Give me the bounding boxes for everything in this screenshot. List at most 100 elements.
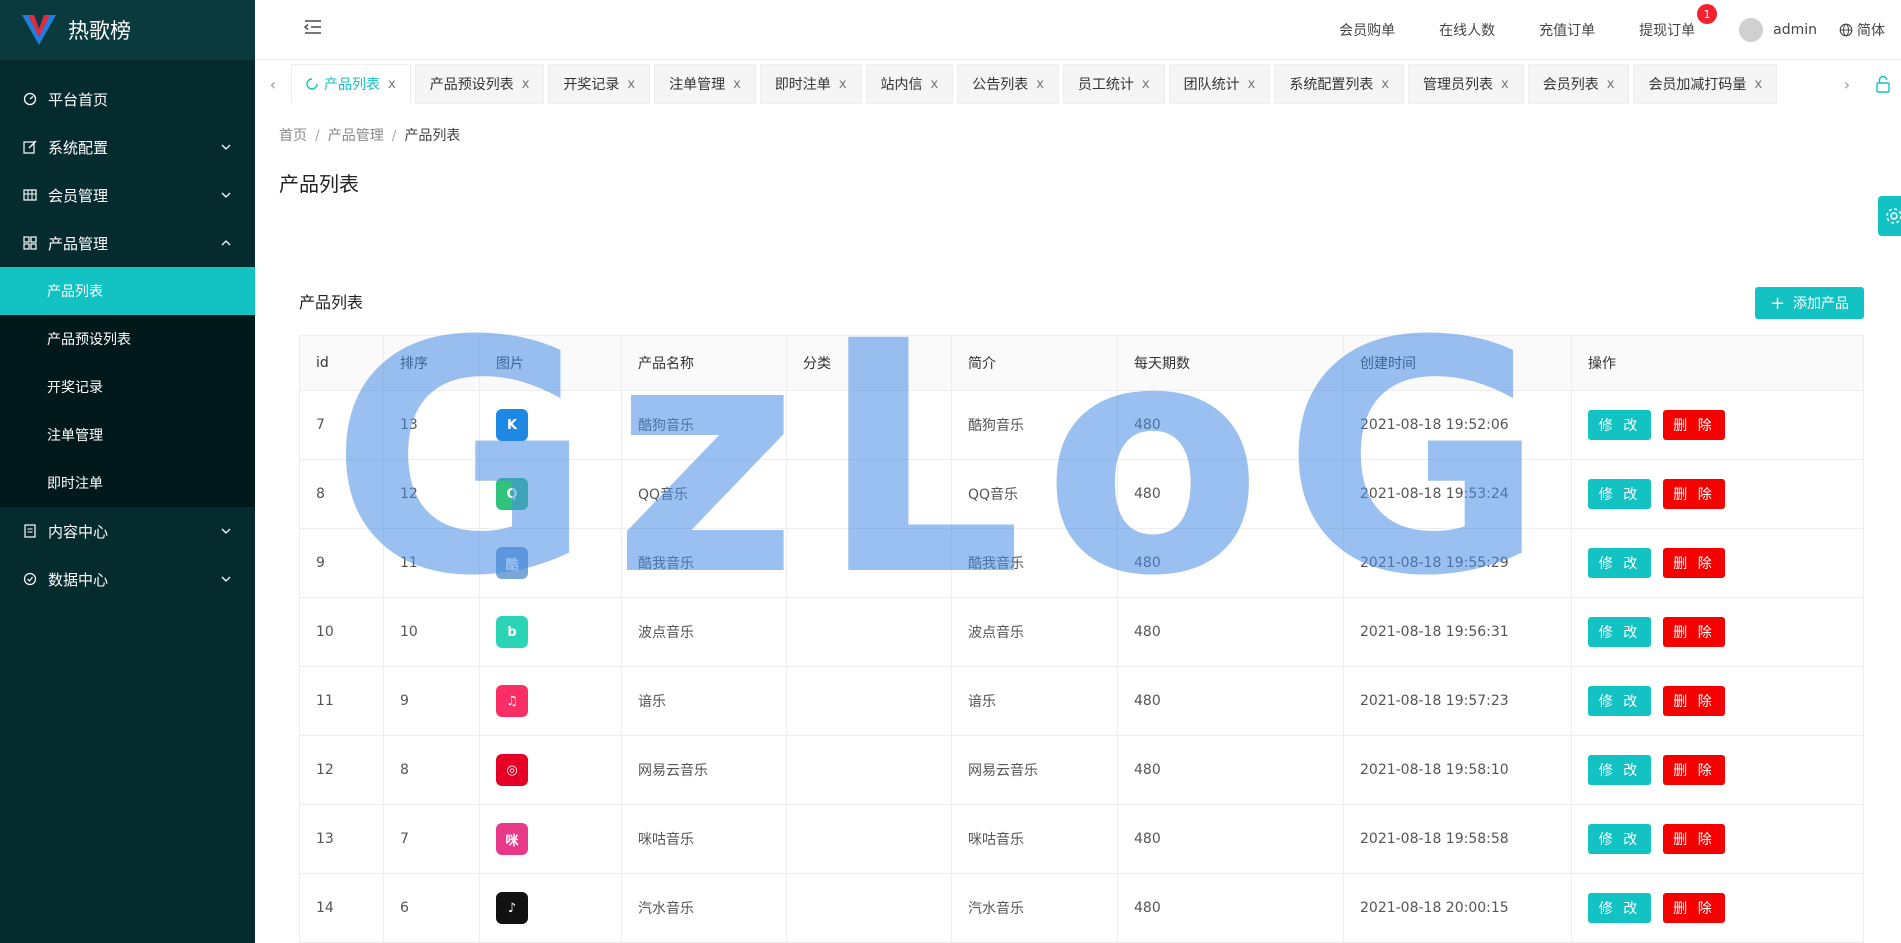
edit-button[interactable]: 修 改 [1588,824,1651,854]
edit-button[interactable]: 修 改 [1588,548,1651,578]
edit-button[interactable]: 修 改 [1588,755,1651,785]
close-icon[interactable]: x [1754,77,1762,92]
column-header-intro[interactable]: 简介 [951,335,1118,391]
column-header-daily-periods[interactable]: 每天期数 [1117,335,1344,391]
cell-id: 7 [299,390,384,460]
cell-id: 13 [299,804,384,874]
edit-button[interactable]: 修 改 [1588,686,1651,716]
delete-button[interactable]: 删 除 [1663,893,1725,923]
breadcrumb-home[interactable]: 首页 [279,128,307,144]
edit-button[interactable]: 修 改 [1588,893,1651,923]
close-icon[interactable]: x [1142,77,1150,92]
edit-button[interactable]: 修 改 [1588,410,1651,440]
cell-sort: 11 [383,528,480,598]
delete-button[interactable]: 删 除 [1663,686,1725,716]
sidebar-item-products[interactable]: 产品管理 [0,219,255,267]
tab-member-wager-adjust[interactable]: 会员加减打码量 x [1633,64,1778,104]
cell-id: 12 [299,735,384,805]
cell-actions: 修 改删 除 [1571,666,1864,736]
lock-icon[interactable] [1865,75,1901,93]
tab-product-presets[interactable]: 产品预设列表 x [414,64,545,104]
tab-admin-list[interactable]: 管理员列表 x [1408,64,1524,104]
sidebar-subitem-live-bets[interactable]: 即时注单 [0,459,255,507]
withdraw-orders-link[interactable]: 提现订单 1 [1639,4,1718,40]
sidebar-subitem-bet-management[interactable]: 注单管理 [0,411,255,459]
tab-draw-records[interactable]: 开奖记录 x [548,64,651,104]
sidebar-item-data-center[interactable]: 数据中心 [0,555,255,603]
sidebar-subitem-draw-records[interactable]: 开奖记录 [0,363,255,411]
column-header-category[interactable]: 分类 [786,335,952,391]
column-header-id[interactable]: id [299,335,384,391]
tab-staff-stats[interactable]: 员工统计 x [1062,64,1165,104]
tabs-scroll-right-icon[interactable]: › [1829,75,1865,94]
tab-label: 管理员列表 [1423,77,1494,93]
cell-sort: 6 [383,873,480,943]
delete-button[interactable]: 删 除 [1663,755,1725,785]
close-icon[interactable]: x [522,77,530,92]
tab-label: 注单管理 [669,77,726,93]
sidebar-subitem-product-presets[interactable]: 产品预设列表 [0,315,255,363]
username: admin [1773,22,1817,38]
column-header-name[interactable]: 产品名称 [621,335,787,391]
close-icon[interactable]: x [388,77,396,92]
delete-button[interactable]: 删 除 [1663,824,1725,854]
edit-button[interactable]: 修 改 [1588,479,1651,509]
check-circle-icon [22,571,38,587]
column-header-sort[interactable]: 排序 [383,335,480,391]
column-header-created-time[interactable]: 创建时间 [1343,335,1572,391]
tab-live-bets[interactable]: 即时注单 x [759,64,862,104]
close-icon[interactable]: x [733,77,741,92]
tab-label: 开奖记录 [563,77,620,93]
language-switcher[interactable]: 简体 [1839,20,1885,40]
cell-id: 8 [299,459,384,529]
sidebar-item-label: 内容中心 [48,522,109,541]
close-icon[interactable]: x [627,77,635,92]
logo[interactable]: 热歌榜 [0,0,255,60]
tab-team-stats[interactable]: 团队统计 x [1168,64,1271,104]
close-icon[interactable]: x [1248,77,1256,92]
menu-fold-icon[interactable] [303,17,323,37]
edit-button[interactable]: 修 改 [1588,617,1651,647]
chevron-down-icon [221,576,231,582]
tab-messages[interactable]: 站内信 x [865,64,954,104]
delete-button[interactable]: 删 除 [1663,479,1725,509]
column-header-image[interactable]: 图片 [479,335,622,391]
delete-button[interactable]: 删 除 [1663,548,1725,578]
delete-button[interactable]: 删 除 [1663,410,1725,440]
tab-system-config-list[interactable]: 系统配置列表 x [1274,64,1405,104]
close-icon[interactable]: x [931,77,939,92]
online-users-link[interactable]: 在线人数 [1439,20,1495,40]
tab-label: 产品列表 [324,77,380,93]
breadcrumb-product-management[interactable]: 产品管理 [328,128,384,144]
cell-name: 波点音乐 [621,597,787,667]
sidebar-item-content-center[interactable]: 内容中心 [0,507,255,555]
close-icon[interactable]: x [1607,77,1615,92]
recharge-orders-link[interactable]: 充值订单 [1539,20,1595,40]
sidebar-item-system-config[interactable]: 系统配置 [0,123,255,171]
tab-member-list[interactable]: 会员列表 x [1527,64,1630,104]
settings-drawer-button[interactable] [1878,196,1901,236]
add-product-button[interactable]: + 添加产品 [1755,287,1864,319]
tabs-scroll-left-icon[interactable]: ‹ [255,75,291,94]
cell-image: K [479,390,622,460]
table-row: 14 6 ♪ 汽水音乐 汽水音乐 480 2021-08-18 20:00:15 修 改删 除 [299,873,1864,943]
delete-button[interactable]: 删 除 [1663,617,1725,647]
close-icon[interactable]: x [839,77,847,92]
globe-icon [1839,23,1853,37]
tab-bet-management[interactable]: 注单管理 x [654,64,756,104]
breadcrumb-separator: / [315,128,320,144]
close-icon[interactable]: x [1501,77,1509,92]
tab-product-list[interactable]: 产品列表 x [291,64,411,104]
sidebar-subitem-product-list[interactable]: 产品列表 [0,267,255,315]
member-orders-link[interactable]: 会员购单 [1339,20,1395,40]
tab-announcements[interactable]: 公告列表 x [957,64,1059,104]
kugou-icon: K [496,409,528,441]
close-icon[interactable]: x [1036,77,1044,92]
sidebar-item-members[interactable]: 会员管理 [0,171,255,219]
user-menu[interactable]: admin [1739,18,1817,42]
close-icon[interactable]: x [1381,77,1389,92]
sidebar-item-label: 平台首页 [48,90,109,109]
cell-intro: 谙乐 [951,666,1118,736]
tab-label: 即时注单 [774,77,831,93]
sidebar-item-dashboard[interactable]: 平台首页 [0,75,255,123]
